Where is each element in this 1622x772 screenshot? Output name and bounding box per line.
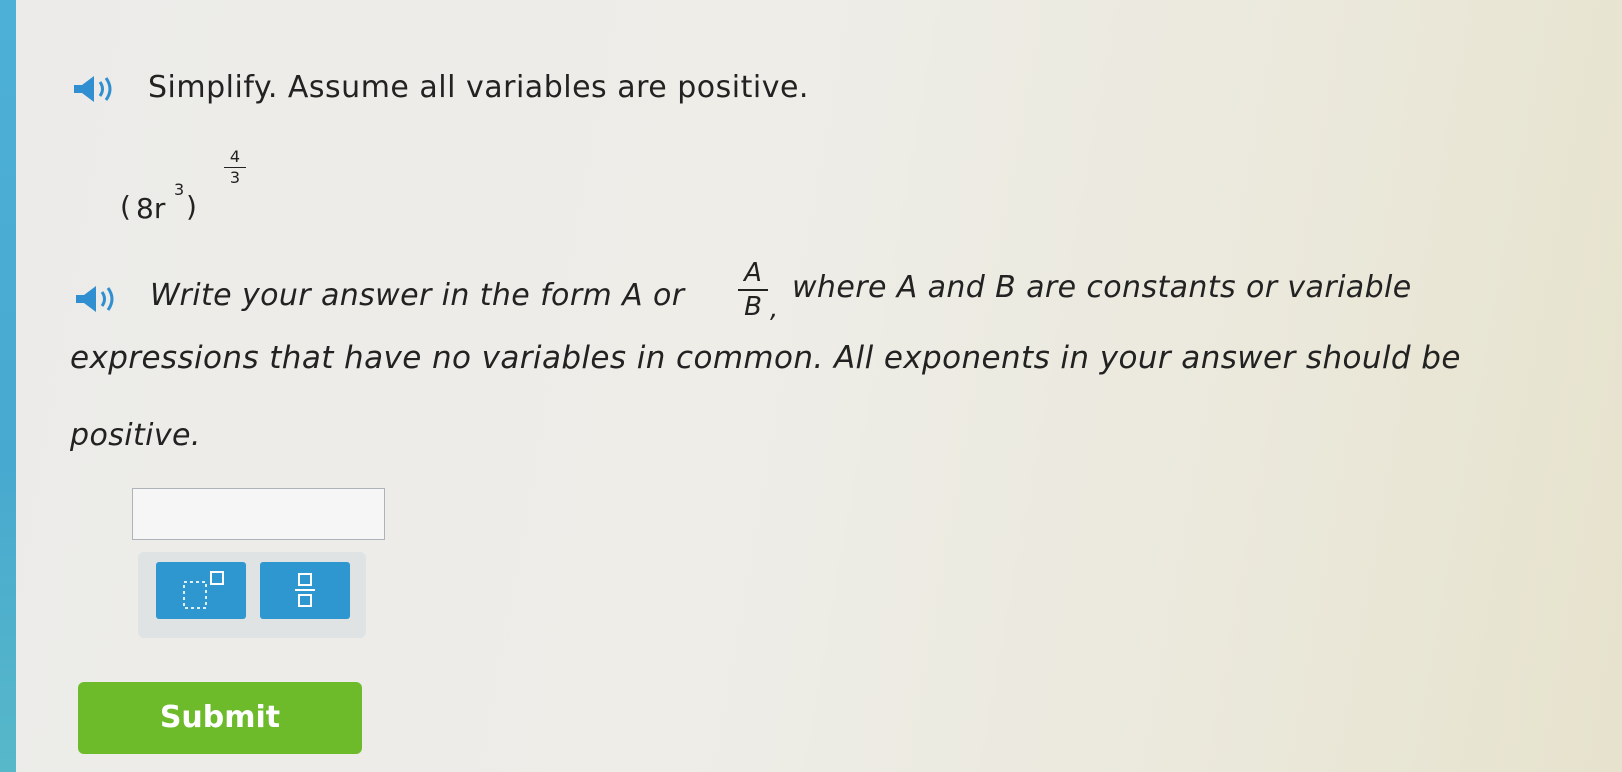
math-toolbar	[138, 552, 366, 638]
close-paren: )	[186, 190, 197, 223]
math-expression: ( 8r 3 ) 4 3	[120, 148, 260, 238]
superscript-icon	[183, 571, 224, 609]
question-prompt: Simplify. Assume all variables are posit…	[148, 70, 809, 105]
fraction-suffix: ,	[770, 294, 779, 324]
speaker-icon[interactable]	[74, 284, 124, 314]
left-accent-bar	[0, 0, 16, 772]
outer-exponent-fraction: 4 3	[220, 148, 250, 187]
instructions-part1: Write your answer in the form A or	[150, 278, 685, 313]
inline-fraction-a-over-b: A B	[736, 258, 770, 322]
speaker-icon[interactable]	[72, 74, 122, 104]
expression-base: 8r	[136, 192, 166, 225]
inner-exponent: 3	[174, 180, 185, 199]
submit-button[interactable]: Submit	[78, 682, 362, 754]
fraction-icon	[295, 573, 315, 607]
outer-exponent-denominator: 3	[229, 168, 241, 187]
instructions-line3: positive.	[70, 418, 201, 453]
instructions-line2: expressions that have no variables in co…	[70, 340, 1461, 376]
fraction-denominator: B	[744, 292, 762, 322]
superscript-button[interactable]	[156, 562, 246, 619]
fraction-numerator: A	[744, 258, 762, 288]
fraction-bar	[738, 289, 768, 291]
outer-exponent-numerator: 4	[229, 147, 241, 166]
answer-input[interactable]	[132, 488, 385, 540]
open-paren: (	[120, 190, 131, 223]
fraction-button[interactable]	[260, 562, 350, 619]
instructions-part2: where A and B are constants or variable	[792, 270, 1412, 305]
